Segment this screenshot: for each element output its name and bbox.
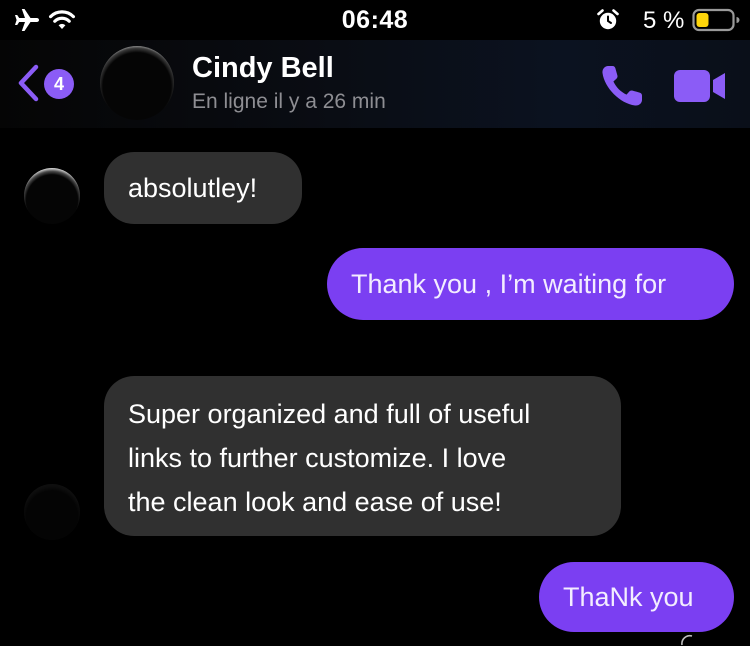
message-bubble-incoming[interactable]: absolutley! (104, 152, 302, 224)
message-bubble-incoming[interactable]: Super organized and full of useful links… (104, 376, 621, 536)
sender-avatar[interactable] (24, 168, 80, 224)
contact-avatar[interactable] (100, 46, 174, 120)
read-receipt-icon (681, 634, 693, 646)
message-text: Thank you , I’m waiting for (351, 269, 667, 299)
presence-status: En ligne il y a 26 min (192, 90, 386, 113)
message-text-line: the clean look and ease of use! (128, 487, 502, 517)
contact-name[interactable]: Cindy Bell (192, 52, 334, 85)
sender-avatar[interactable] (24, 484, 80, 540)
battery-percentage: 5 % (643, 7, 685, 34)
message-bubble-outgoing[interactable]: ThaNk you (539, 562, 734, 632)
back-button[interactable]: 4 (16, 62, 80, 106)
video-camera-icon[interactable] (672, 66, 728, 106)
battery-icon (692, 8, 740, 32)
message-bubble-outgoing[interactable]: Thank you , I’m waiting for (327, 248, 734, 320)
message-text-line: links to further customize. I love (128, 443, 507, 473)
message-text: ThaNk you (563, 582, 694, 612)
message-text-line: Super organized and full of useful (128, 399, 531, 429)
chevron-left-icon (18, 64, 39, 102)
alarm-icon (597, 9, 619, 30)
status-time: 06:48 (341, 6, 409, 34)
message-text: absolutley! (128, 173, 258, 203)
chat-header: 4 Cindy Bell En ligne il y a 26 min (0, 40, 750, 128)
phone-icon[interactable] (598, 62, 646, 110)
status-bar: 06:48 5 % (0, 0, 750, 40)
unread-count-badge: 4 (44, 69, 74, 99)
